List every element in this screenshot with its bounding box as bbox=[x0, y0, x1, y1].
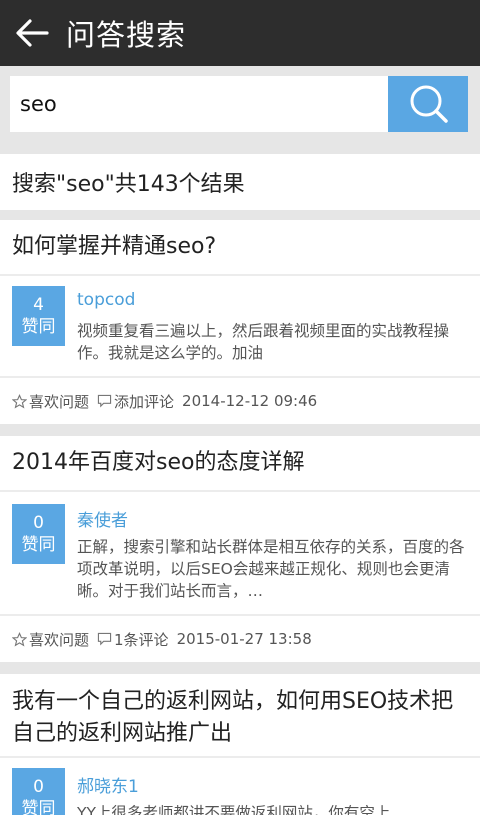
search-icon bbox=[410, 85, 448, 123]
search-input[interactable] bbox=[10, 76, 388, 132]
comment-button[interactable]: 添加评论 bbox=[114, 391, 174, 412]
star-icon bbox=[12, 393, 27, 409]
back-arrow-icon bbox=[16, 19, 49, 47]
comment-icon bbox=[97, 632, 112, 646]
question-card[interactable]: 我有一个自己的返利网站，如何用SEO技术把自己的返利网站推广出 0 赞同 郝晓东… bbox=[0, 674, 480, 815]
vote-label: 赞同 bbox=[21, 799, 56, 815]
question-title[interactable]: 2014年百度对seo的态度详解 bbox=[0, 436, 480, 492]
answer-item[interactable]: 0 赞同 秦使者 正解，搜索引擎和站长群体是相互依存的关系，百度的各项改革说明，… bbox=[0, 492, 480, 616]
question-meta: 喜欢问题 1条评论 2015-01-27 13:58 bbox=[0, 616, 480, 662]
star-icon bbox=[12, 631, 27, 647]
answer-item[interactable]: 0 赞同 郝晓东1 YY上很多老师都讲不要做返利网站，你有空上 bbox=[0, 758, 480, 815]
result-summary: 搜索"seo"共143个结果 bbox=[0, 154, 480, 210]
back-button[interactable] bbox=[0, 0, 64, 66]
comment-button[interactable]: 1条评论 bbox=[114, 629, 169, 650]
question-title[interactable]: 如何掌握并精通seo? bbox=[0, 220, 480, 276]
answer-author[interactable]: 郝晓东1 bbox=[77, 772, 139, 797]
question-time: 2014-12-12 09:46 bbox=[182, 392, 318, 410]
search-bar bbox=[0, 66, 480, 154]
vote-badge[interactable]: 0 赞同 bbox=[12, 768, 65, 815]
like-question-button[interactable]: 喜欢问题 bbox=[29, 391, 89, 412]
answer-author[interactable]: topcod bbox=[77, 290, 135, 310]
vote-label: 赞同 bbox=[21, 317, 56, 337]
vote-badge[interactable]: 4 赞同 bbox=[12, 286, 65, 346]
page-title: 问答搜索 bbox=[66, 18, 187, 52]
question-card[interactable]: 如何掌握并精通seo? 4 赞同 topcod 视频重复看三遍以上，然后跟着视频… bbox=[0, 220, 480, 424]
vote-label: 赞同 bbox=[21, 535, 56, 555]
question-card[interactable]: 2014年百度对seo的态度详解 0 赞同 秦使者 正解，搜索引擎和站长群体是相… bbox=[0, 436, 480, 662]
answer-snippet: 正解，搜索引擎和站长群体是相互依存的关系，百度的各项改革说明，以后SEO会越来越… bbox=[77, 538, 465, 600]
vote-count: 0 bbox=[33, 513, 44, 533]
answer-snippet: YY上很多老师都讲不要做返利网站，你有空上 bbox=[77, 804, 391, 815]
question-meta: 喜欢问题 添加评论 2014-12-12 09:46 bbox=[0, 378, 480, 424]
search-button[interactable] bbox=[388, 76, 468, 132]
vote-count: 4 bbox=[33, 295, 44, 315]
vote-count: 0 bbox=[33, 777, 44, 797]
answer-author[interactable]: 秦使者 bbox=[77, 506, 128, 531]
answer-item[interactable]: 4 赞同 topcod 视频重复看三遍以上，然后跟着视频里面的实战教程操作。我就… bbox=[0, 276, 480, 378]
comment-icon bbox=[97, 394, 112, 408]
like-question-button[interactable]: 喜欢问题 bbox=[29, 629, 89, 650]
answer-snippet: 视频重复看三遍以上，然后跟着视频里面的实战教程操作。我就是这么学的。加油 bbox=[77, 322, 450, 362]
question-title[interactable]: 我有一个自己的返利网站，如何用SEO技术把自己的返利网站推广出 bbox=[0, 674, 480, 758]
vote-badge[interactable]: 0 赞同 bbox=[12, 504, 65, 564]
question-time: 2015-01-27 13:58 bbox=[176, 630, 312, 648]
top-bar: 问答搜索 bbox=[0, 0, 480, 66]
